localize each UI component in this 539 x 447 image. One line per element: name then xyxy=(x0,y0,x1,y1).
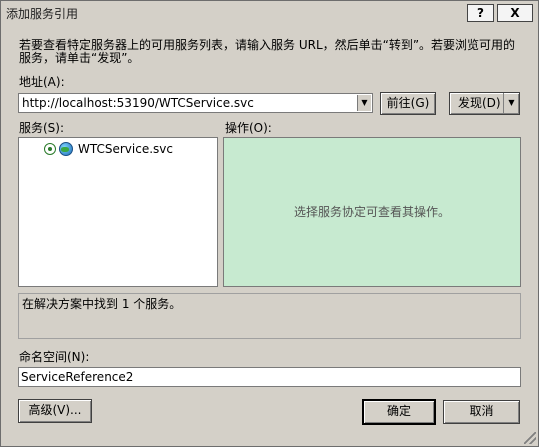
address-label: 地址(A): xyxy=(19,75,65,89)
discover-button[interactable]: 发现(D) ▼ xyxy=(449,92,520,115)
window-title: 添加服务引用 xyxy=(6,7,79,21)
web-service-globe-icon xyxy=(59,142,73,156)
status-text: 在解决方案中找到 1 个服务。 xyxy=(22,297,182,311)
go-button[interactable]: 前往(G) xyxy=(380,92,436,115)
title-bar[interactable]: 添加服务引用 ? X xyxy=(1,1,538,27)
tree-item-label: WTCService.svc xyxy=(78,142,173,156)
cancel-button[interactable]: 取消 xyxy=(443,400,520,424)
help-button[interactable]: ? xyxy=(467,4,494,22)
operations-empty-message: 选择服务协定可查看其操作。 xyxy=(293,205,450,219)
services-tree[interactable]: WTCService.svc xyxy=(18,137,218,287)
services-label: 服务(S): xyxy=(19,121,65,135)
operations-label: 操作(O): xyxy=(225,121,272,135)
ok-button[interactable]: 确定 xyxy=(363,400,435,424)
add-service-reference-dialog: 添加服务引用 ? X 若要查看特定服务器上的可用服务列表，请输入服务 URL，然… xyxy=(0,0,539,447)
discover-dropdown-arrow-icon[interactable]: ▼ xyxy=(503,93,519,114)
namespace-value: ServiceReference2 xyxy=(21,370,134,384)
namespace-input[interactable]: ServiceReference2 xyxy=(18,367,521,387)
address-combobox[interactable]: http://localhost:53190/WTCService.svc ▼ xyxy=(18,93,373,113)
status-panel: 在解决方案中找到 1 个服务。 xyxy=(18,293,521,339)
expand-radio-icon[interactable] xyxy=(44,143,56,155)
close-button[interactable]: X xyxy=(497,4,533,22)
resize-grip-icon[interactable] xyxy=(524,432,536,444)
operations-panel[interactable]: 选择服务协定可查看其操作。 xyxy=(223,137,521,287)
discover-button-label: 发现(D) xyxy=(458,96,501,110)
instructions-text: 若要查看特定服务器上的可用服务列表，请输入服务 URL，然后单击“转到”。若要浏… xyxy=(19,38,516,65)
address-dropdown-arrow-icon[interactable]: ▼ xyxy=(357,95,371,111)
namespace-label: 命名空间(N): xyxy=(19,350,90,364)
address-value: http://localhost:53190/WTCService.svc xyxy=(22,96,254,110)
advanced-button[interactable]: 高级(V)... xyxy=(18,399,92,423)
